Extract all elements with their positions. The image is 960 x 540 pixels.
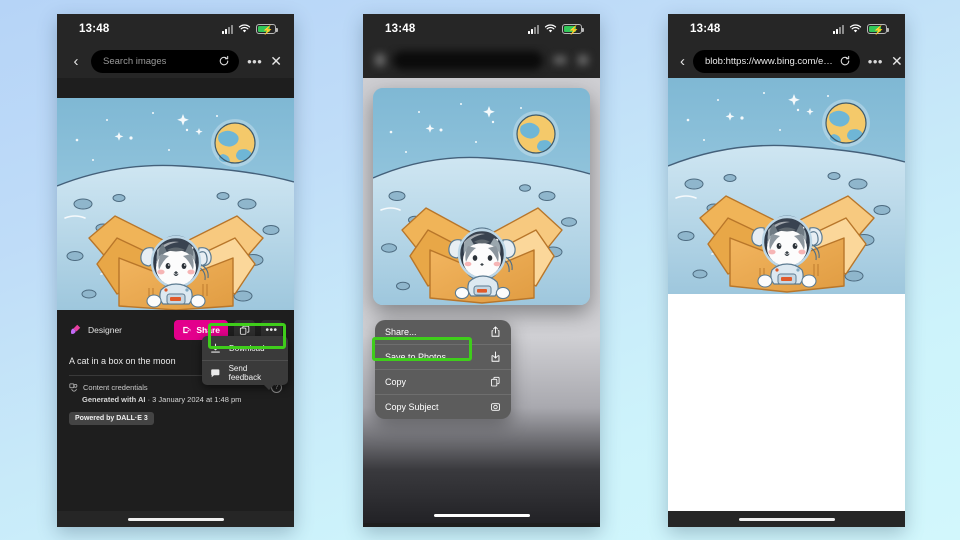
status-bar: 13:48 ⚡ [57, 14, 294, 44]
close-x-icon[interactable]: ✕ [270, 53, 282, 70]
copy-pages-icon [491, 376, 500, 387]
cellular-signal-icon [528, 24, 539, 34]
wifi-icon [544, 24, 557, 34]
designer-brush-icon [70, 324, 81, 334]
context-copy-subject-label: Copy Subject [385, 402, 439, 412]
home-indicator[interactable] [433, 513, 530, 517]
phone-screen-2: 13:48 ⚡ Share... Save to Photos Copy Cop… [363, 14, 600, 527]
battery-charging-icon: ⚡ [562, 24, 584, 35]
status-bar: 13:48 ⚡ [363, 14, 600, 44]
context-copy-label: Copy [385, 377, 407, 387]
wifi-icon [238, 24, 251, 34]
share-arrow-icon [183, 326, 192, 334]
browser-toolbar: ‹ blob:https://www.bing.com/e… ••• ✕ [668, 44, 905, 78]
download-icon [211, 343, 220, 353]
blurred-browser-toolbar [363, 44, 600, 78]
reload-icon[interactable] [218, 55, 230, 67]
image-preview[interactable] [373, 88, 590, 305]
popover-download-label: Download [229, 343, 265, 353]
designer-attribution: Designer [69, 324, 168, 336]
search-placeholder-text: Search images [103, 55, 167, 67]
feedback-bubble-icon [211, 368, 220, 377]
blank-page-area [668, 294, 905, 527]
share-label: Share [196, 325, 220, 335]
status-badge: Powered by DALL·E 3 [69, 412, 154, 425]
home-indicator-bar-3 [668, 511, 905, 527]
status-time: 13:48 [690, 23, 721, 35]
ios-context-menu: Share... Save to Photos Copy Copy Subjec… [375, 320, 511, 419]
url-text: blob:https://www.bing.com/e… [705, 55, 833, 67]
more-dots-icon[interactable]: ••• [247, 54, 262, 69]
back-button[interactable]: ‹ [680, 53, 685, 70]
context-item-save-to-photos[interactable]: Save to Photos [375, 345, 511, 369]
url-input[interactable]: blob:https://www.bing.com/e… [693, 49, 860, 73]
home-indicator-bar-1 [57, 511, 294, 527]
generated-image-1[interactable] [57, 98, 294, 310]
search-input[interactable]: Search images [91, 49, 240, 73]
reload-icon[interactable] [839, 55, 851, 67]
status-time: 13:48 [79, 23, 110, 35]
share-box-icon [491, 326, 500, 337]
credentials-detail: Generated with AI · 3 January 2024 at 1:… [69, 392, 282, 404]
cellular-signal-icon [833, 24, 844, 34]
toolbar-spacer [57, 78, 294, 98]
browser-toolbar: ‹ Search images ••• ✕ [57, 44, 294, 78]
phone-screen-1: 13:48 ⚡ ‹ Search images ••• ✕ Designer S… [57, 14, 294, 527]
credentials-title: Content credentials [83, 383, 148, 392]
context-menu-stage: Share... Save to Photos Copy Copy Subjec… [363, 78, 600, 523]
popover-item-send-feedback[interactable]: Send feedback [202, 361, 288, 385]
credentials-timestamp: · 3 January 2024 at 1:48 pm [145, 395, 242, 404]
designer-label: Designer [88, 325, 123, 335]
home-indicator[interactable] [738, 517, 835, 521]
context-share-label: Share... [385, 327, 417, 337]
status-time: 13:48 [385, 23, 416, 35]
copy-subject-icon [491, 403, 500, 411]
cellular-signal-icon [222, 24, 233, 34]
battery-charging-icon: ⚡ [867, 24, 889, 35]
popover-feedback-label: Send feedback [228, 364, 262, 382]
popover-item-download[interactable]: Download [202, 336, 288, 360]
context-item-copy-subject[interactable]: Copy Subject [375, 395, 511, 419]
context-item-copy[interactable]: Copy [375, 370, 511, 394]
popover-tail [263, 384, 275, 390]
status-bar: 13:48 ⚡ [668, 14, 905, 44]
credentials-generated-label: Generated with AI [82, 395, 146, 404]
save-download-icon [491, 351, 500, 362]
generated-image-3[interactable] [668, 78, 905, 294]
download-popover-menu: Download Send feedback [202, 336, 288, 390]
wifi-icon [849, 24, 862, 34]
content-credentials-icon [69, 383, 78, 392]
battery-charging-icon: ⚡ [256, 24, 278, 35]
home-indicator-bar-2 [363, 507, 600, 523]
close-x-icon[interactable]: ✕ [891, 53, 903, 70]
home-indicator[interactable] [127, 517, 224, 521]
back-button[interactable]: ‹ [69, 53, 83, 70]
phone-screen-3: 13:48 ⚡ ‹ blob:https://www.bing.com/e… •… [668, 14, 905, 527]
more-dots-icon[interactable]: ••• [868, 54, 883, 69]
context-item-share[interactable]: Share... [375, 320, 511, 344]
context-save-label: Save to Photos [385, 352, 447, 362]
